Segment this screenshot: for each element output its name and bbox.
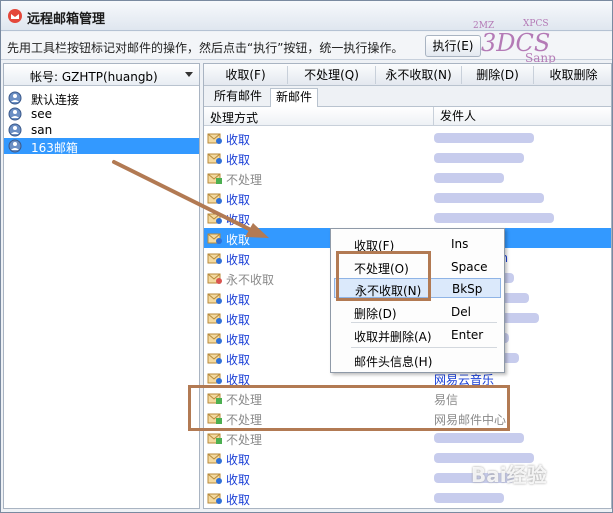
remote-mailbox-window: 远程邮箱管理 先用工具栏按钮标记对邮件的操作，然后点击“执行”按钮，统一执行操作… [0,0,613,513]
annotation-box-rows [188,385,510,431]
annotation-arrow [112,160,269,238]
annotation-box-menu [336,251,431,301]
baidu-watermark: Bai经验 [471,463,547,487]
